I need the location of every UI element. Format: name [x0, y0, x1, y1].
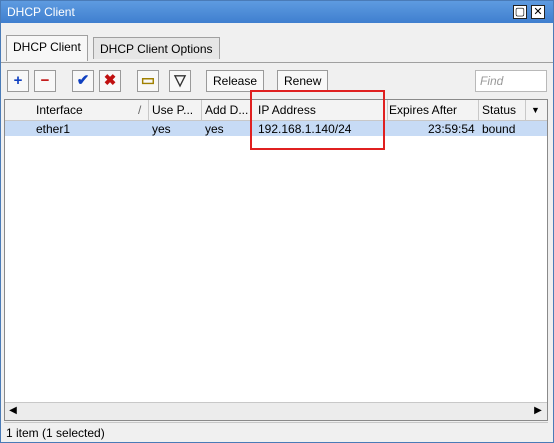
renew-button[interactable]: Renew	[277, 70, 329, 92]
tab-dhcp-client-options[interactable]: DHCP Client Options	[93, 37, 220, 59]
find-input[interactable]: Find	[475, 70, 547, 92]
col-use-peer-dns[interactable]: Use P...	[152, 103, 193, 117]
scroll-left-icon[interactable]: ◀	[8, 406, 18, 416]
tab-divider	[1, 62, 553, 63]
add-button[interactable]: +	[7, 70, 29, 92]
status-text: 1 item (1 selected)	[6, 426, 105, 440]
col-interface[interactable]: Interface	[36, 103, 83, 117]
cell-add-default-route: yes	[205, 122, 224, 136]
release-button[interactable]: Release	[206, 70, 265, 92]
sort-indicator-icon: /	[138, 103, 142, 117]
close-button[interactable]: ✕	[531, 5, 545, 19]
title-bar[interactable]: DHCP Client ▢ ✕	[1, 1, 553, 23]
col-status[interactable]: Status	[482, 103, 516, 117]
window-title: DHCP Client	[7, 5, 75, 19]
cell-use-peer-dns: yes	[152, 122, 171, 136]
maximize-button[interactable]: ▢	[513, 5, 527, 19]
scroll-right-icon[interactable]: ▶	[533, 406, 543, 416]
status-bar: 1 item (1 selected)	[4, 422, 548, 441]
filter-button[interactable]: ▽	[169, 70, 191, 92]
horizontal-scrollbar[interactable]: ◀ ▶	[5, 402, 547, 420]
col-add-default-route[interactable]: Add D...	[205, 103, 248, 117]
comment-button[interactable]: ▭	[137, 70, 159, 92]
enable-button[interactable]: ✔	[72, 70, 94, 92]
cell-status: bound	[482, 122, 516, 136]
ip-address-highlight-box	[250, 90, 385, 150]
cell-expires-after: 23:59:54	[428, 122, 475, 136]
dhcp-client-window: DHCP Client ▢ ✕ DHCP Client DHCP Client …	[0, 0, 554, 443]
column-menu-icon[interactable]: ▼	[531, 105, 540, 115]
cell-interface: ether1	[36, 122, 71, 136]
tab-bar: DHCP Client DHCP Client Options	[1, 23, 553, 63]
remove-button[interactable]: −	[34, 70, 56, 92]
disable-button[interactable]: ✖	[99, 70, 121, 92]
tab-dhcp-client[interactable]: DHCP Client	[6, 35, 88, 61]
col-expires-after[interactable]: Expires After	[389, 103, 457, 117]
